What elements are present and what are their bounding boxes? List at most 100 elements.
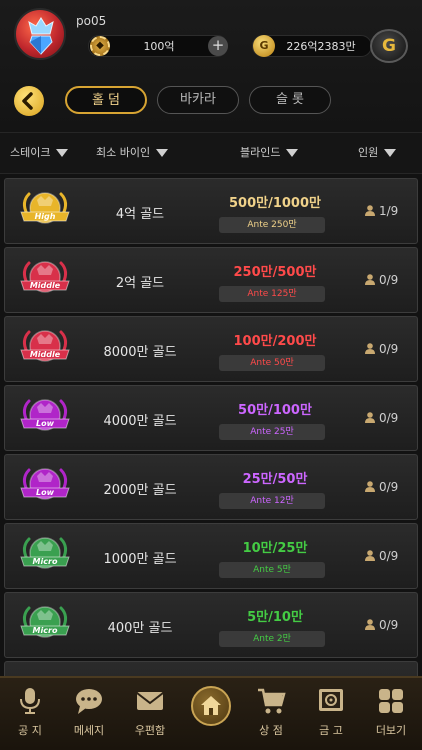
- microphone-icon: [20, 688, 40, 714]
- nav-more[interactable]: 더보기: [364, 686, 418, 738]
- player-count: 1/9: [365, 204, 398, 218]
- tab-slot[interactable]: 슬 롯: [249, 86, 331, 114]
- add-chips-button[interactable]: +: [208, 36, 228, 56]
- blinds-value: 10만/25만: [242, 541, 308, 556]
- tier-label: High: [35, 212, 56, 221]
- nav-safe-label: 금 고: [319, 724, 343, 737]
- grid-icon: [379, 689, 403, 713]
- tier-label: Micro: [33, 557, 58, 566]
- ante-value: Ante 12만: [219, 493, 325, 509]
- tab-holdem[interactable]: 홀 덤: [65, 86, 147, 114]
- ante-value: Ante 5만: [219, 562, 325, 578]
- home-button[interactable]: [191, 686, 231, 726]
- tier-badge-icon: Middle: [20, 330, 70, 362]
- tier-badge-icon: Micro: [20, 606, 70, 638]
- person-icon: [365, 343, 375, 354]
- min-buyin-value: 2억 골드: [115, 276, 165, 291]
- gold-coin-icon: G: [253, 35, 275, 57]
- person-icon: [365, 550, 375, 561]
- room-list: High 4억 골드 500만/1000만 Ante 250만 1/9 Middle 2억 …: [0, 176, 422, 676]
- tab-baccarat[interactable]: 바카라: [157, 86, 239, 114]
- nav-messages-label: 메세지: [73, 724, 105, 737]
- ante-value: Ante 50만: [219, 355, 325, 371]
- room-row[interactable]: Middle 8000만 골드 100만/200만 Ante 50만 0/9: [4, 316, 418, 382]
- nav-mailbox-label: 우편함: [134, 724, 166, 737]
- sort-down-icon: [384, 149, 397, 157]
- blinds-value: 25만/50만: [242, 472, 308, 487]
- column-blinds-label: 블라인드: [240, 146, 281, 159]
- nav-notice[interactable]: 공 지: [3, 686, 57, 738]
- room-row[interactable]: Micro 1000만 골드 10만/25만 Ante 5만 0/9: [4, 523, 418, 589]
- tier-badge-icon: Middle: [20, 261, 70, 293]
- blinds-value: 5만/10만: [247, 610, 303, 625]
- player-count: 0/9: [365, 411, 398, 425]
- room-row[interactable]: [4, 661, 418, 676]
- person-icon: [365, 619, 375, 630]
- person-icon: [365, 274, 375, 285]
- person-icon: [365, 481, 375, 492]
- room-row[interactable]: Middle 2억 골드 250만/500만 Ante 125만 0/9: [4, 247, 418, 313]
- tier-badge-icon: Low: [20, 399, 70, 431]
- nav-safe[interactable]: 금 고: [304, 686, 358, 738]
- tier-badge-icon: Micro: [20, 537, 70, 569]
- tier-badge-icon: High: [20, 192, 70, 224]
- chip-icon: ◆: [90, 36, 110, 56]
- nav-shop[interactable]: 상 점: [244, 686, 298, 738]
- gold-value: 226억2383만: [286, 40, 356, 53]
- player-count-label: 0/9: [379, 411, 399, 425]
- blinds-value: 500만/1000만: [229, 196, 321, 211]
- gold-shop-button[interactable]: G: [370, 29, 408, 63]
- nav-mailbox[interactable]: 우편함: [123, 686, 177, 738]
- room-row[interactable]: High 4억 골드 500만/1000만 Ante 250만 1/9: [4, 178, 418, 244]
- tier-label: Low: [36, 488, 55, 497]
- player-count: 0/9: [365, 480, 398, 494]
- tier-label: Low: [36, 419, 55, 428]
- nav-messages[interactable]: 메세지: [62, 686, 116, 738]
- username: po05: [76, 14, 107, 28]
- min-buyin-value: 2000만 골드: [103, 483, 177, 498]
- column-min-buyin-label: 최소 바이인: [96, 146, 151, 159]
- diamond-crown-icon: [28, 17, 54, 55]
- player-count-label: 0/9: [379, 549, 399, 563]
- home-icon: [201, 696, 221, 715]
- column-players-label: 인원: [358, 146, 379, 159]
- nav-more-label: 더보기: [375, 724, 407, 737]
- person-icon: [365, 412, 375, 423]
- chat-icon: [76, 689, 102, 714]
- player-count-label: 0/9: [379, 342, 399, 356]
- column-blinds[interactable]: 블라인드: [240, 144, 299, 160]
- cart-icon: [258, 688, 286, 714]
- player-count: 0/9: [365, 342, 398, 356]
- min-buyin-value: 1000만 골드: [103, 552, 177, 567]
- nav-shop-label: 상 점: [259, 724, 283, 737]
- sort-down-icon: [156, 149, 169, 157]
- blinds-value: 100만/200만: [233, 334, 317, 349]
- room-row[interactable]: Low 4000만 골드 50만/100만 Ante 25만 0/9: [4, 385, 418, 451]
- avatar[interactable]: [14, 8, 66, 60]
- room-row[interactable]: Low 2000만 골드 25만/50만 Ante 12만 0/9: [4, 454, 418, 520]
- player-count-label: 0/9: [379, 618, 399, 632]
- ante-value: Ante 2만: [219, 631, 325, 647]
- blinds-value: 50만/100만: [238, 403, 312, 418]
- back-button[interactable]: [14, 86, 44, 116]
- ante-value: Ante 125만: [219, 286, 325, 302]
- column-min-buyin[interactable]: 최소 바이인: [96, 144, 169, 160]
- column-stake-label: 스테이크: [10, 146, 51, 159]
- player-count: 0/9: [365, 549, 398, 563]
- column-players[interactable]: 인원: [358, 144, 397, 160]
- sort-down-icon: [286, 149, 299, 157]
- blinds-value: 250만/500만: [233, 265, 317, 280]
- player-count-label: 0/9: [379, 273, 399, 287]
- tier-badge-icon: Low: [20, 468, 70, 500]
- ante-value: Ante 250만: [219, 217, 325, 233]
- player-count-label: 0/9: [379, 480, 399, 494]
- player-count: 0/9: [365, 273, 398, 287]
- safe-icon: [319, 689, 343, 711]
- nav-notice-label: 공 지: [18, 724, 42, 737]
- column-stake[interactable]: 스테이크: [10, 144, 69, 160]
- room-row[interactable]: Micro 400만 골드 5만/10만 Ante 2만 0/9: [4, 592, 418, 658]
- tier-label: Middle: [30, 350, 61, 359]
- person-icon: [365, 205, 375, 216]
- player-count: 0/9: [365, 618, 398, 632]
- bottom-nav: 공 지 메세지 우편함 상 점 금 고 더보기: [0, 676, 422, 750]
